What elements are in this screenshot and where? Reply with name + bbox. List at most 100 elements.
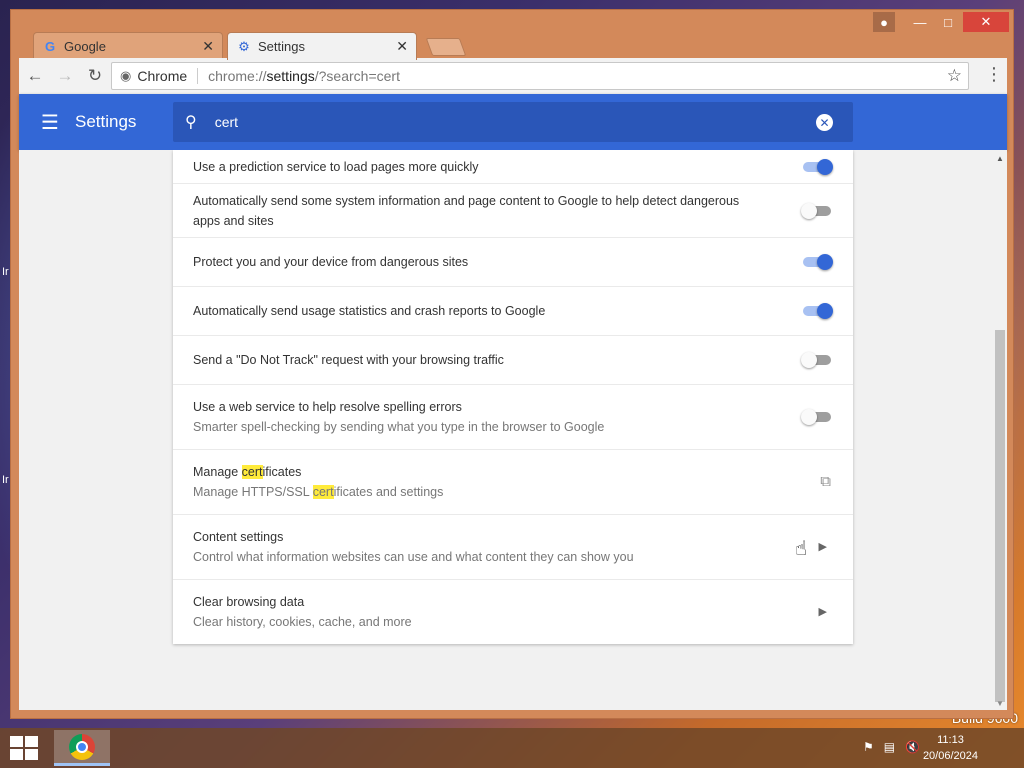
maximize-button[interactable]: □	[935, 12, 961, 32]
label-part: ificates	[262, 465, 302, 479]
url-suffix: /?search=cert	[314, 68, 400, 84]
setting-row-safe-browsing[interactable]: Protect you and your device from dangero…	[173, 238, 853, 287]
toggle-switch[interactable]	[801, 202, 833, 219]
search-input[interactable]: cert	[215, 114, 238, 130]
vertical-scrollbar[interactable]: ▲ ▼	[993, 150, 1007, 710]
tab-google[interactable]: G Google ✕	[33, 32, 223, 60]
tab-settings[interactable]: ⚙ Settings ✕	[227, 32, 417, 60]
reload-icon: ↻	[87, 66, 103, 85]
hand-cursor-icon: ☝	[795, 538, 808, 560]
google-g-icon: G	[44, 39, 56, 54]
chevron-right-icon: ▶	[818, 606, 827, 618]
page-title: Settings	[75, 112, 137, 131]
bookmark-star-icon[interactable]: ☆	[947, 66, 962, 86]
row-description: Manage HTTPS/SSL certificates and settin…	[193, 482, 833, 502]
setting-row-manage-certificates[interactable]: Manage certificates Manage HTTPS/SSL cer…	[173, 450, 853, 515]
taskbar-clock[interactable]: 11:13 20/06/2024	[923, 732, 978, 764]
browser-window: ● — □ ✕ G Google ✕ ⚙ Settings ✕ ← → ↻ ◉ …	[10, 9, 1014, 719]
setting-row-clear-browsing-data[interactable]: Clear browsing data Clear history, cooki…	[173, 580, 853, 644]
setting-row-send-system-info[interactable]: Automatically send some system informati…	[173, 184, 853, 238]
external-link-icon[interactable]: ⧉	[820, 473, 831, 490]
label-part: ificates and settings	[333, 485, 444, 499]
minimize-button[interactable]: —	[907, 12, 933, 32]
url-prefix: chrome://	[208, 68, 267, 84]
forward-button[interactable]: →	[51, 62, 79, 90]
tab-close-icon[interactable]: ✕	[202, 38, 214, 55]
chevron-right-icon: ▶	[818, 541, 827, 553]
scrollbar-thumb[interactable]	[995, 330, 1005, 702]
setting-row-content-settings[interactable]: Content settings Control what informatio…	[173, 515, 853, 580]
forward-arrow-icon: →	[56, 66, 74, 85]
toggle-switch[interactable]	[801, 254, 833, 270]
settings-card: Use a prediction service to load pages m…	[173, 150, 853, 644]
omnibox-chrome-label: Chrome	[137, 68, 199, 84]
row-description: Control what information websites can us…	[193, 550, 634, 564]
reload-button[interactable]: ↻	[81, 62, 109, 90]
toggle-switch[interactable]	[801, 352, 833, 368]
label-part: Manage HTTPS/SSL	[193, 485, 313, 499]
row-label: Clear browsing data	[193, 595, 305, 609]
desktop-icon-label: Ir	[2, 266, 9, 278]
url-host: settings	[266, 68, 315, 84]
new-tab-button[interactable]	[425, 38, 467, 56]
clock-date: 20/06/2024	[922, 750, 978, 762]
more-menu-icon[interactable]: ⋮	[985, 64, 1003, 85]
row-label: Automatically send usage statistics and …	[193, 304, 546, 318]
setting-row-do-not-track[interactable]: Send a "Do Not Track" request with your …	[173, 336, 853, 385]
row-description: Clear history, cookies, cache, and more	[193, 615, 412, 629]
row-label: Automatically send some system informati…	[193, 193, 740, 228]
address-bar[interactable]: ◉ Chrome chrome://settings/?search=cert …	[111, 62, 969, 90]
gear-icon: ⚙	[238, 38, 250, 54]
url-text: chrome://settings/?search=cert	[208, 68, 400, 84]
desktop-icon-label: Ir	[2, 474, 9, 486]
row-label: Use a prediction service to load pages m…	[193, 159, 479, 174]
hamburger-menu-icon[interactable]: ☰	[41, 110, 59, 135]
person-icon: ●	[880, 14, 888, 30]
tab-title: Settings	[258, 39, 305, 54]
search-highlight: cert	[241, 465, 263, 479]
clear-search-icon[interactable]: ✕	[816, 114, 833, 131]
volume-muted-icon[interactable]: 🔇	[905, 740, 920, 754]
tab-title: Google	[64, 39, 106, 54]
row-label: Use a web service to help resolve spelli…	[193, 400, 462, 414]
scroll-down-arrow-icon[interactable]: ▼	[996, 699, 1004, 708]
settings-content: Use a prediction service to load pages m…	[19, 150, 1007, 710]
setting-row-spelling-service[interactable]: Use a web service to help resolve spelli…	[173, 385, 853, 450]
tab-strip: G Google ✕ ⚙ Settings ✕	[19, 30, 719, 60]
toggle-switch[interactable]	[801, 303, 833, 319]
window-controls: ● — □ ✕	[873, 12, 1009, 34]
row-label: Content settings	[193, 530, 284, 544]
row-label: Manage certificates	[193, 462, 833, 482]
taskbar-chrome-button[interactable]	[54, 730, 110, 766]
back-arrow-icon: ←	[26, 66, 44, 85]
network-icon[interactable]: ▤	[884, 740, 895, 754]
chrome-logo-icon	[69, 733, 95, 760]
browser-toolbar: ← → ↻ ◉ Chrome chrome://settings/?search…	[19, 58, 1007, 94]
back-button[interactable]: ←	[21, 62, 49, 90]
maximize-icon: □	[944, 14, 952, 30]
setting-row-usage-statistics[interactable]: Automatically send usage statistics and …	[173, 287, 853, 336]
settings-header: ☰ Settings ⚲ cert ✕	[19, 94, 1007, 150]
search-icon: ⚲	[185, 114, 197, 131]
toggle-switch[interactable]	[801, 409, 833, 425]
close-window-button[interactable]: ✕	[963, 12, 1009, 32]
toggle-switch[interactable]	[801, 158, 833, 175]
search-highlight: cert	[312, 485, 334, 499]
taskbar: ⚑ ▤ 🔇 11:13 20/06/2024	[0, 728, 1024, 768]
settings-search-bar[interactable]: ⚲ cert ✕	[173, 102, 853, 142]
row-description: Smarter spell-checking by sending what y…	[193, 420, 605, 434]
tab-close-icon[interactable]: ✕	[396, 38, 408, 55]
chrome-page-icon: ◉	[120, 68, 132, 83]
clock-time: 11:13	[937, 734, 964, 746]
scroll-up-arrow-icon[interactable]: ▲	[996, 154, 1004, 163]
close-icon: ✕	[980, 14, 992, 29]
action-center-flag-icon[interactable]: ⚑	[863, 740, 874, 754]
minimize-icon: —	[913, 14, 927, 30]
system-tray: ⚑ ▤ 🔇	[863, 740, 920, 754]
setting-row-prediction-service[interactable]: Use a prediction service to load pages m…	[173, 150, 853, 184]
row-label: Protect you and your device from dangero…	[193, 255, 469, 269]
row-label: Send a "Do Not Track" request with your …	[193, 353, 504, 367]
start-button[interactable]	[10, 736, 38, 760]
profile-button[interactable]: ●	[873, 12, 895, 32]
label-part: Manage	[193, 465, 242, 479]
